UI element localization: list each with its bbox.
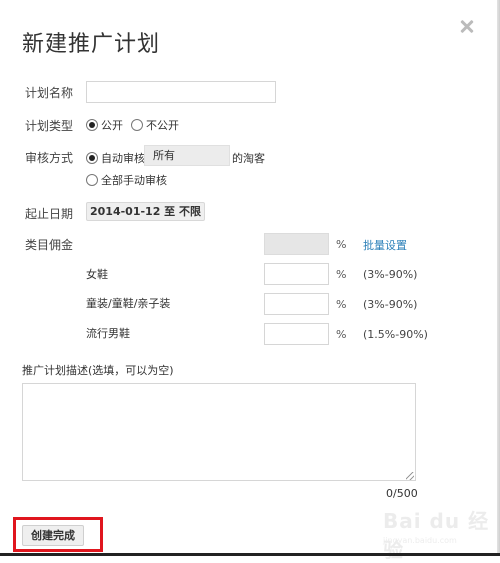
percent-sign: % <box>336 298 346 311</box>
description-textarea[interactable] <box>22 383 416 481</box>
commission-range: (1.5%-90%) <box>363 328 428 341</box>
audience-select[interactable]: 所有 <box>144 145 230 166</box>
plan-type-label: 计划类型 <box>25 117 73 134</box>
description-label: 推广计划描述(选填，可以为空) <box>22 362 174 378</box>
category-commission-input[interactable] <box>264 263 329 285</box>
radio-unchecked-icon <box>86 174 98 186</box>
plan-type-public-radio[interactable]: 公开 <box>86 117 123 133</box>
audience-suffix: 的淘客 <box>232 150 265 166</box>
plan-name-label: 计划名称 <box>25 84 73 101</box>
plan-name-input[interactable] <box>86 81 276 103</box>
date-range-button[interactable]: 2014-01-12 至 不限 <box>86 202 205 221</box>
percent-sign: % <box>336 238 346 251</box>
radio-label: 全部手动审核 <box>101 172 167 188</box>
plan-type-private-radio[interactable]: 不公开 <box>131 117 179 133</box>
percent-sign: % <box>336 268 346 281</box>
create-complete-button[interactable]: 创建完成 <box>22 525 84 546</box>
review-auto-radio[interactable]: 自动审核 <box>86 150 145 166</box>
commission-range: (3%-90%) <box>363 268 417 281</box>
commission-range: (3%-90%) <box>363 298 417 311</box>
batch-commission-input <box>264 233 329 255</box>
date-range-label: 起止日期 <box>25 205 73 222</box>
radio-checked-icon <box>86 152 98 164</box>
category-name: 童装/童鞋/亲子装 <box>86 295 170 311</box>
category-name: 女鞋 <box>86 266 108 282</box>
close-icon[interactable] <box>458 17 476 35</box>
category-commission-input[interactable] <box>264 293 329 315</box>
batch-set-link[interactable]: 批量设置 <box>363 237 407 253</box>
watermark-url: jingyan.baidu.com <box>383 536 457 545</box>
review-method-label: 审核方式 <box>25 149 73 166</box>
dialog-title: 新建推广计划 <box>22 26 160 58</box>
char-counter: 0/500 <box>386 487 418 500</box>
category-name: 流行男鞋 <box>86 325 130 341</box>
category-commission-input[interactable] <box>264 323 329 345</box>
radio-unchecked-icon <box>131 119 143 131</box>
radio-label: 自动审核 <box>101 150 145 166</box>
percent-sign: % <box>336 328 346 341</box>
radio-label: 公开 <box>101 117 123 133</box>
category-commission-label: 类目佣金 <box>25 236 73 253</box>
create-plan-dialog: 新建推广计划 计划名称 计划类型 公开 不公开 审核方式 自动审核 所有 的淘客… <box>0 0 497 553</box>
radio-label: 不公开 <box>146 117 179 133</box>
radio-checked-icon <box>86 119 98 131</box>
review-manual-radio[interactable]: 全部手动审核 <box>86 172 167 188</box>
resize-grip-icon[interactable] <box>406 472 414 480</box>
